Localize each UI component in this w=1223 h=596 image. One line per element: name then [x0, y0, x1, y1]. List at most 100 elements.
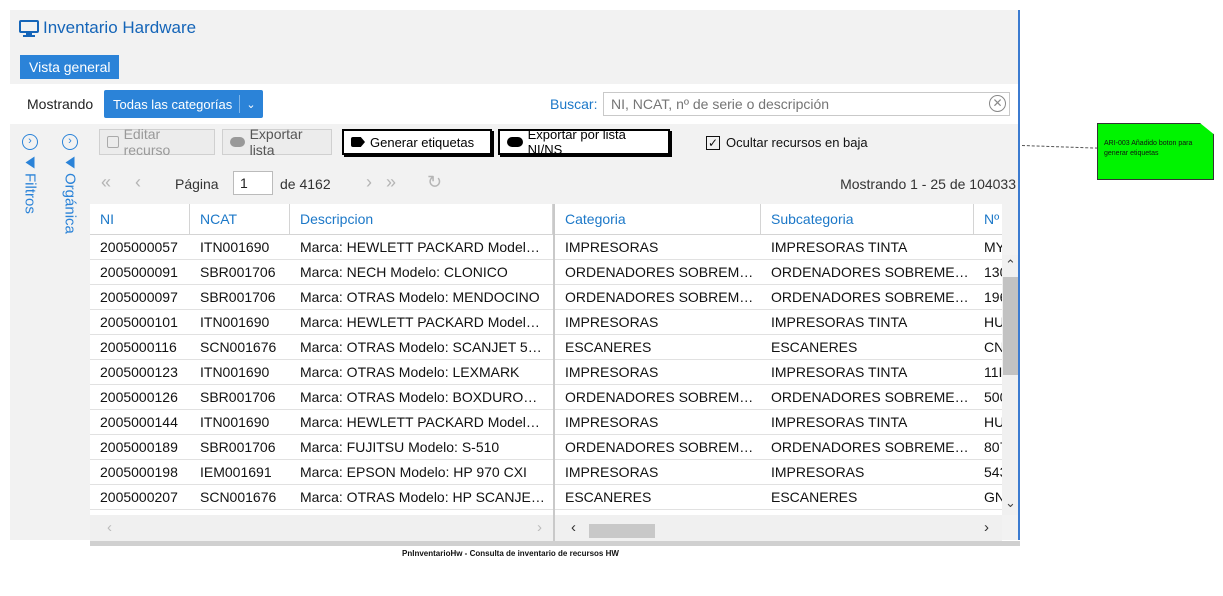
last-page-icon[interactable]: » [386, 172, 396, 193]
cell-categoria: IMPRESORAS [565, 364, 659, 380]
pager: « ‹ Página 1 de 4162 › » ↻ Mostrando 1 -… [90, 167, 1020, 201]
table-row[interactable]: 2005000101 ITN001690 Marca: HEWLETT PACKAR… [90, 310, 1002, 335]
scroll-left-icon[interactable]: ‹ [571, 519, 576, 536]
cell-subcategoria: IMPRESORAS TINTA [771, 314, 908, 330]
export-ni-button[interactable]: Exportar por lista NI/NS [498, 127, 670, 157]
cell-ni: 2005000123 [100, 364, 178, 380]
export-list-button[interactable]: Exportar lista [222, 126, 332, 158]
prev-page-icon[interactable]: ‹ [135, 172, 141, 193]
column-header-categoria[interactable]: Categoria [555, 204, 761, 235]
pencil-icon [107, 136, 119, 148]
hide-inactive-checkbox[interactable]: ✓ Ocultar recursos en baja [706, 135, 868, 150]
first-page-icon[interactable]: « [101, 172, 111, 193]
cell-ni: 2005000144 [100, 414, 178, 430]
cell-descripcion: Marca: OTRAS Modelo: LEXMARK [300, 364, 520, 380]
horizontal-scrollbar-locked[interactable]: ‹ › [90, 515, 553, 541]
cell-subcategoria: IMPRESORAS TINTA [771, 364, 908, 380]
scroll-left-icon[interactable]: ‹ [107, 519, 112, 536]
cell-subcategoria: IMPRESORAS [771, 464, 865, 480]
note-connector [1021, 145, 1098, 149]
monitor-icon [19, 19, 39, 37]
cell-subcategoria: IMPRESORAS TINTA [771, 239, 908, 255]
cell-serial: 130 [984, 264, 1002, 280]
table-row[interactable]: 2005000091 SBR001706 Marca: NECH Modelo: C… [90, 260, 1002, 285]
column-header-serial[interactable]: Nº se [974, 204, 1002, 235]
cell-ncat: SBR001706 [200, 389, 276, 405]
annotation-note: ARI-003 Añadido boton para generar etiqu… [1097, 123, 1214, 180]
cell-ncat: IEM001691 [200, 464, 272, 480]
cell-categoria: ORDENADORES SOBREME... [565, 439, 755, 455]
chevron-right-icon: › [22, 134, 38, 150]
window-right-border [1018, 10, 1020, 540]
table-row[interactable]: 2005000126 SBR001706 Marca: OTRAS Modelo: … [90, 385, 1002, 410]
column-header-ni[interactable]: NI [90, 204, 190, 235]
cell-descripcion: Marca: HEWLETT PACKARD Modelo:... [300, 314, 545, 330]
cell-ncat: ITN001690 [200, 314, 270, 330]
horizontal-scroll-thumb[interactable] [589, 524, 655, 538]
scroll-right-icon[interactable]: › [537, 519, 542, 536]
tab-vista-general[interactable]: Vista general [20, 55, 120, 79]
buscar-label: Buscar: [550, 96, 598, 112]
next-page-icon[interactable]: › [366, 172, 372, 193]
cell-ncat: SCN001676 [200, 339, 277, 355]
filter-icon [25, 156, 35, 169]
cell-ni: 2005000097 [100, 289, 178, 305]
table-row[interactable]: 2005000097 SBR001706 Marca: OTRAS Modelo: … [90, 285, 1002, 310]
hide-inactive-label: Ocultar recursos en baja [726, 135, 868, 150]
cell-ni: 2005000207 [100, 489, 178, 505]
cell-serial: 11I [984, 364, 1002, 380]
cell-subcategoria: ESCANERES [771, 339, 858, 355]
cell-categoria: ORDENADORES SOBREME... [565, 264, 755, 280]
cell-subcategoria: IMPRESORAS TINTA [771, 414, 908, 430]
filter-icon [65, 156, 75, 169]
cell-descripcion: Marca: HEWLETT PACKARD Modelo:... [300, 239, 545, 255]
scroll-down-icon[interactable]: ⌄ [1005, 495, 1016, 511]
cell-categoria: IMPRESORAS [565, 314, 659, 330]
table-row[interactable]: 2005000123 ITN001690 Marca: OTRAS Modelo: … [90, 360, 1002, 385]
edit-resource-button[interactable]: Editar recurso [99, 126, 215, 158]
screen-caption: PnInventarioHw - Consulta de inventario … [402, 549, 619, 558]
vertical-scroll-thumb[interactable] [1003, 277, 1019, 375]
locked-column-divider[interactable] [553, 204, 555, 546]
scroll-right-icon[interactable]: › [984, 519, 989, 536]
filter-bar: Mostrando Todas las categorías ⌄ Buscar:… [10, 84, 1020, 124]
cell-ni: 2005000126 [100, 389, 178, 405]
search-input[interactable] [604, 93, 974, 115]
column-header-subcategoria[interactable]: Subcategoria [761, 204, 974, 235]
app-window: Inventario Hardware Vista general Mostra… [10, 10, 1020, 546]
category-dropdown[interactable]: Todas las categorías ⌄ [104, 90, 263, 118]
cell-categoria: ESCANERES [565, 339, 652, 355]
generate-labels-label: Generar etiquetas [370, 134, 475, 150]
organica-label: Orgánica [61, 173, 79, 234]
column-header-descripcion[interactable]: Descripcion [290, 204, 553, 235]
table-row[interactable]: 2005000189 SBR001706 Marca: FUJITSU Modelo… [90, 435, 1002, 460]
organica-panel-toggle[interactable]: › Orgánica [59, 134, 81, 234]
cell-descripcion: Marca: OTRAS Modelo: MENDOCINO [300, 289, 540, 305]
table-row[interactable]: 2005000144 ITN001690 Marca: HEWLETT PACKAR… [90, 410, 1002, 435]
cell-subcategoria: ORDENADORES SOBREMESA [771, 289, 971, 305]
column-header-ncat[interactable]: NCAT [190, 204, 290, 235]
table-row[interactable]: 2005000116 SCN001676 Marca: OTRAS Modelo: … [90, 335, 1002, 360]
cell-serial: 500 [984, 389, 1002, 405]
table-row[interactable]: 2005000207 SCN001676 Marca: OTRAS Modelo: … [90, 485, 1002, 510]
filtros-panel-toggle[interactable]: › Filtros [19, 134, 41, 214]
cell-serial: HU [984, 414, 1002, 430]
bottom-border [90, 541, 1020, 546]
cell-serial: MY [984, 239, 1002, 255]
cell-ni: 2005000198 [100, 464, 178, 480]
cell-categoria: IMPRESORAS [565, 464, 659, 480]
clear-icon[interactable]: ✕ [989, 95, 1006, 112]
horizontal-scrollbar[interactable]: ‹ › [555, 515, 1002, 541]
table-row[interactable]: 2005000198 IEM001691 Marca: EPSON Modelo: … [90, 460, 1002, 485]
generate-labels-button[interactable]: Generar etiquetas [342, 129, 492, 155]
chevron-right-icon: › [62, 134, 78, 150]
refresh-icon[interactable]: ↻ [427, 172, 442, 193]
scroll-up-icon[interactable]: ⌃ [1005, 257, 1016, 273]
table-row[interactable]: 2005000057 ITN001690 Marca: HEWLETT PACKAR… [90, 235, 1002, 260]
cell-ncat: ITN001690 [200, 364, 270, 380]
page-input[interactable]: 1 [233, 171, 273, 195]
pagina-label: Página [175, 176, 219, 192]
cell-categoria: IMPRESORAS [565, 239, 659, 255]
cell-descripcion: Marca: OTRAS Modelo: HP SCANJET... [300, 489, 545, 505]
mostrando-label: Mostrando [27, 96, 94, 112]
